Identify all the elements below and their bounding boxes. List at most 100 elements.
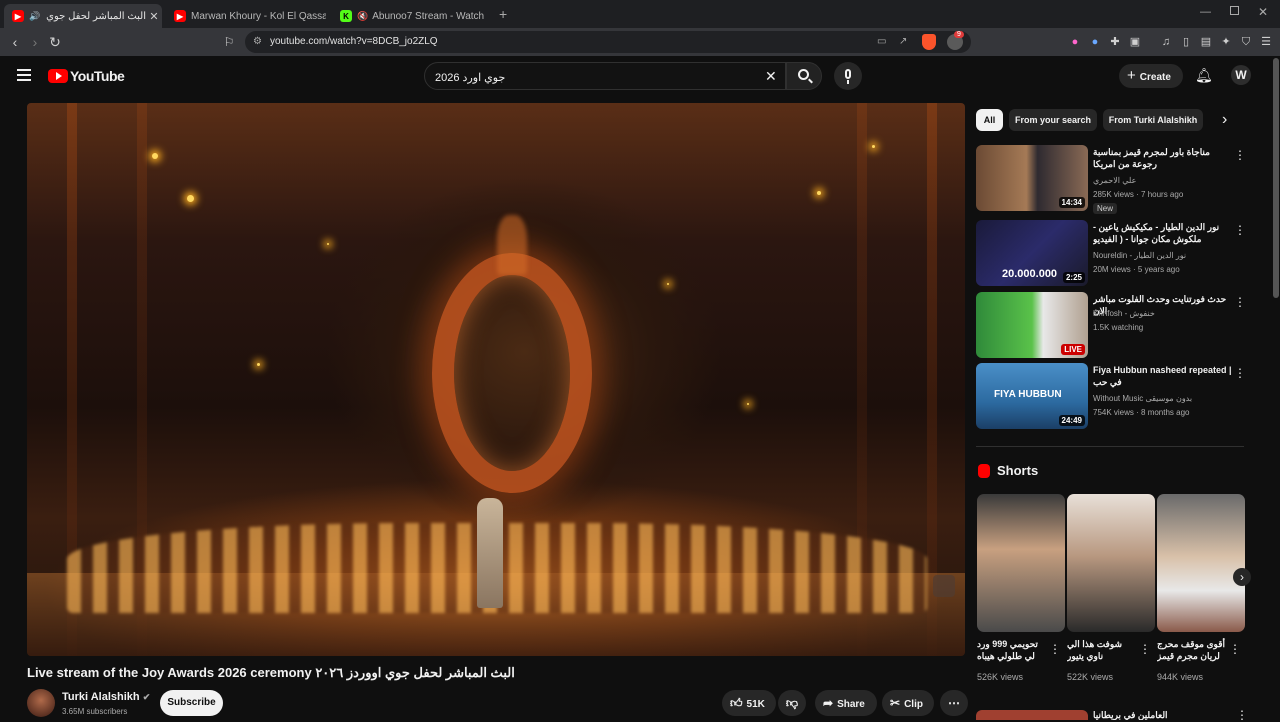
recommendation-meta: 1.5K watching	[1093, 323, 1144, 332]
extension-pink-icon[interactable]: ●	[1069, 36, 1081, 48]
browser-menu-icon[interactable]: ☰	[1260, 36, 1272, 48]
divider	[976, 446, 1244, 447]
recommendation-channel[interactable]: Khnfosh - خنفوش	[1093, 309, 1155, 318]
short-title: شوفت هذا الي ناوي يتيور	[1067, 639, 1123, 661]
video-thumbnail[interactable]: 20.000.000 2:25	[976, 220, 1088, 286]
media-music-icon[interactable]: ♫	[1160, 36, 1172, 48]
notifications-bell-icon[interactable]: 🔔︎	[1195, 67, 1213, 84]
window-close-icon[interactable]: ✕	[1258, 5, 1268, 19]
sidebar-panel-icon[interactable]: ▯	[1180, 36, 1192, 48]
clip-button[interactable]: ✂ Clip	[882, 690, 934, 716]
more-vertical-icon[interactable]: ⋮	[1229, 642, 1241, 656]
new-tab-plus-icon[interactable]: +	[499, 7, 507, 21]
tab-title: Abunoo7 Stream - Watch Live on	[372, 10, 484, 22]
shorts-next-chevron-icon[interactable]: ›	[1233, 568, 1251, 586]
like-count: 51K	[746, 699, 765, 710]
maximize-icon[interactable]	[1230, 6, 1239, 15]
address-bar[interactable]: ⚙ youtube.com/watch?v=8DCB_jo2ZLQ ▭ ↗	[245, 31, 971, 53]
like-button[interactable]: 👍︎ 51K	[722, 690, 776, 716]
chip-from-your-search[interactable]: From your search	[1009, 109, 1097, 131]
more-vertical-icon[interactable]: ⋮	[1234, 366, 1246, 380]
more-vertical-icon[interactable]: ⋮	[1234, 295, 1246, 309]
share-arrow-icon: ➦	[823, 696, 834, 710]
cast-icon[interactable]: ▭	[877, 31, 886, 53]
search-box[interactable]: ✕	[424, 62, 786, 90]
url-text: youtube.com/watch?v=8DCB_jo2ZLQ	[270, 36, 438, 47]
tab-close-icon[interactable]: ✕	[146, 10, 162, 23]
page-scrollbar[interactable]	[1273, 58, 1279, 298]
more-actions-button[interactable]: ⋯	[940, 690, 968, 716]
more-vertical-icon[interactable]: ⋮	[1234, 223, 1246, 237]
more-vertical-icon[interactable]: ⋮	[1139, 642, 1151, 656]
recommendation-channel[interactable]: علي الاحمري	[1093, 176, 1136, 185]
extension-box-icon[interactable]: ▣	[1129, 36, 1141, 48]
voice-search-button[interactable]	[834, 62, 862, 90]
share-button[interactable]: ➦ Share	[815, 690, 877, 716]
reload-icon[interactable]: ↻	[47, 34, 63, 50]
thumbnail-text: 20.000.000	[1002, 268, 1058, 280]
recommendation-title: Fiya Hubbun nasheed repeated | في حب	[1093, 365, 1232, 387]
search-input[interactable]	[435, 69, 735, 85]
short-thumbnail[interactable]	[1067, 494, 1155, 632]
subscribe-button[interactable]: Subscribe	[160, 690, 223, 716]
short-thumbnail[interactable]	[1157, 494, 1245, 632]
create-label: Create	[1139, 72, 1171, 83]
video-thumbnail[interactable]	[976, 710, 1088, 720]
create-button[interactable]: + Create	[1119, 64, 1183, 88]
youtube-logo[interactable]: YouTube	[48, 68, 125, 84]
recommendation-item[interactable]: LIVE حدث فورتنايت وحدث الفلوت مباشر الان…	[976, 292, 1266, 360]
video-player[interactable]	[27, 103, 965, 656]
minimize-icon[interactable]: —	[1200, 6, 1211, 18]
short-thumbnail[interactable]	[977, 494, 1065, 632]
dislike-button[interactable]: 👎︎	[778, 690, 806, 716]
more-vertical-icon[interactable]: ⋮	[1049, 642, 1061, 656]
video-thumbnail[interactable]: 14:34	[976, 145, 1088, 211]
recommendation-meta: 754K views · 8 months ago	[1093, 408, 1190, 417]
youtube-play-logo-icon	[48, 69, 68, 83]
recommendation-item[interactable]: 20.000.000 2:25 نور الدين الطيار - مكيكي…	[976, 220, 1266, 288]
chip-all[interactable]: All	[976, 109, 1003, 131]
audio-playing-icon[interactable]: 🔊	[29, 11, 40, 22]
stage-ring-sculpture	[432, 253, 592, 493]
back-icon[interactable]: ‹	[7, 34, 23, 50]
bookmark-icon[interactable]: ⚐	[221, 34, 237, 50]
video-thumbnail[interactable]: LIVE	[976, 292, 1088, 358]
tab-marwan-khoury[interactable]: ▶ Marwan Khoury - Kol El Qassayed | C	[166, 4, 326, 28]
video-thumbnail[interactable]: FIYA HUBBUN 24:49	[976, 363, 1088, 429]
tab-joy-awards[interactable]: ▶ 🔊 البث المباشر لحفل جوي اووردز ✕	[4, 4, 162, 28]
forward-icon[interactable]: ›	[27, 34, 43, 50]
chips-next-chevron-icon[interactable]: ›	[1222, 111, 1227, 129]
short-views: 526K views	[977, 672, 1024, 682]
extensions-puzzle-icon[interactable]: ✚	[1109, 36, 1121, 48]
recommendation-item[interactable]: 14:34 مناجاة باور لمجرم قيمز بمناسبة رجو…	[976, 145, 1266, 214]
hamburger-menu-icon[interactable]	[17, 69, 31, 81]
channel-name[interactable]: Turki Alalshikh ✔	[62, 691, 150, 703]
site-settings-icon[interactable]: ⚙	[253, 31, 262, 53]
brave-rewards-icon[interactable]: 9	[947, 31, 964, 50]
clear-search-icon[interactable]: ✕	[765, 68, 777, 85]
muted-icon[interactable]: 🔇	[357, 11, 368, 22]
thumbs-down-icon: 👎︎	[785, 696, 799, 710]
plus-icon: +	[1127, 67, 1136, 84]
recommendation-item[interactable]: FIYA HUBBUN 24:49 Fiya Hubbun nasheed re…	[976, 363, 1266, 431]
channel-name-text: Turki Alalshikh	[62, 691, 140, 703]
tab-abunoo7-stream[interactable]: K 🔇 Abunoo7 Stream - Watch Live on	[332, 4, 484, 28]
channel-avatar[interactable]	[27, 689, 55, 717]
account-avatar[interactable]: W	[1231, 65, 1251, 85]
video-title: Live stream of the Joy Awards 2026 cerem…	[27, 665, 515, 680]
video-duration: 24:49	[1058, 415, 1085, 426]
search-button[interactable]	[786, 62, 822, 90]
more-vertical-icon[interactable]: ⋮	[1234, 148, 1246, 162]
share-page-icon[interactable]: ↗	[899, 31, 907, 53]
subscriber-count: 3.65M subscribers	[62, 707, 128, 716]
chip-from-turki-alalshikh[interactable]: From Turki Alalshikh	[1103, 109, 1203, 131]
leo-ai-icon[interactable]: ✦	[1220, 36, 1232, 48]
channel-watermark-icon[interactable]	[933, 575, 955, 597]
browser-toolbar: ‹ › ↻ ⚐ ⚙ youtube.com/watch?v=8DCB_jo2ZL…	[0, 28, 1280, 56]
recommendation-channel[interactable]: Without Music بدون موسيقى	[1093, 394, 1192, 403]
brave-shield-icon[interactable]	[922, 34, 936, 50]
wallet-icon[interactable]: ▤	[1200, 36, 1212, 48]
recommendation-channel[interactable]: Noureldin - نور الدين الطيار	[1093, 251, 1186, 260]
vpn-shield-icon[interactable]: ⛉	[1240, 36, 1252, 48]
extension-blue-icon[interactable]: ●	[1089, 36, 1101, 48]
